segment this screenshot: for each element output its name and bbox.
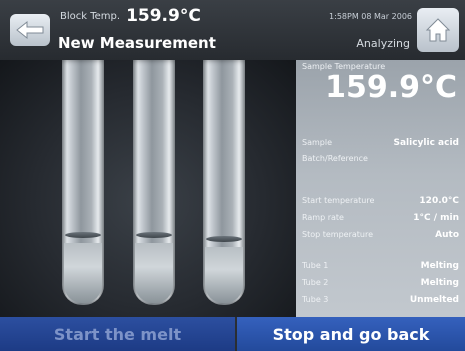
info-panel: Sample Temperature 159.9°C Sample Salicy… bbox=[296, 60, 465, 317]
page-title: New Measurement bbox=[58, 34, 216, 52]
tube-2-sample bbox=[135, 243, 173, 303]
info-label: Tube 2 bbox=[302, 278, 329, 287]
info-label: Tube 1 bbox=[302, 261, 329, 270]
tube-3-sample bbox=[205, 247, 243, 303]
block-temperature: Block Temp. 159.9°C 1:58PM 08 Mar 2006 bbox=[60, 4, 412, 28]
status-text: Analyzing bbox=[356, 36, 410, 50]
info-row-sample: Sample Salicylic acid bbox=[302, 136, 459, 149]
info-value: Auto bbox=[435, 229, 459, 240]
info-value: Melting bbox=[420, 260, 459, 271]
info-row-tube-3: Tube 3 Unmelted bbox=[302, 293, 459, 306]
info-value: 120.0°C bbox=[419, 195, 459, 206]
info-label: Batch/Reference bbox=[302, 154, 368, 163]
info-value: 1°C / min bbox=[413, 212, 459, 223]
sample-temp-value: 159.9°C bbox=[325, 70, 457, 105]
tube-1-meniscus bbox=[65, 232, 101, 238]
block-temp-value: 159.9°C bbox=[126, 6, 201, 26]
info-row-tube-1: Tube 1 Melting bbox=[302, 259, 459, 272]
info-row-start-temp: Start temperature 120.0°C bbox=[302, 194, 459, 207]
info-value: Unmelted bbox=[409, 294, 459, 305]
info-value: Melting bbox=[420, 277, 459, 288]
instrument-screen: Block Temp. 159.9°C 1:58PM 08 Mar 2006 N… bbox=[0, 0, 465, 351]
home-button[interactable] bbox=[417, 8, 459, 52]
tube-3-meniscus bbox=[206, 236, 242, 242]
info-label: Start temperature bbox=[302, 196, 375, 205]
info-label: Ramp rate bbox=[302, 213, 344, 222]
info-label: Sample bbox=[302, 138, 332, 147]
start-melt-label: Start the melt bbox=[53, 324, 182, 344]
info-value: Salicylic acid bbox=[393, 137, 459, 148]
sample-tube-2 bbox=[133, 60, 175, 305]
tube-2-meniscus bbox=[136, 232, 172, 238]
title-line: New Measurement Analyzing bbox=[58, 30, 414, 56]
info-label: Stop temperature bbox=[302, 230, 374, 239]
stop-and-go-back-button[interactable]: Stop and go back bbox=[237, 317, 465, 351]
tube-1-sample bbox=[64, 243, 102, 303]
camera-view bbox=[0, 60, 296, 317]
block-temp-label: Block Temp. bbox=[60, 10, 121, 22]
info-row-batch: Batch/Reference bbox=[302, 152, 459, 165]
sample-tube-3 bbox=[203, 60, 245, 305]
start-melt-button[interactable]: Start the melt bbox=[0, 317, 235, 351]
arrow-left-icon bbox=[16, 20, 44, 40]
datetime: 1:58PM 08 Mar 2006 bbox=[329, 11, 412, 21]
info-row-stop-temp: Stop temperature Auto bbox=[302, 228, 459, 241]
stop-and-go-back-label: Stop and go back bbox=[272, 324, 430, 344]
sample-tube-1 bbox=[62, 60, 104, 305]
home-icon bbox=[425, 18, 451, 42]
info-row-tube-2: Tube 2 Melting bbox=[302, 276, 459, 289]
info-row-ramp-rate: Ramp rate 1°C / min bbox=[302, 211, 459, 224]
header-bar: Block Temp. 159.9°C 1:58PM 08 Mar 2006 N… bbox=[0, 0, 465, 60]
info-label: Tube 3 bbox=[302, 295, 329, 304]
back-button[interactable] bbox=[10, 14, 50, 46]
